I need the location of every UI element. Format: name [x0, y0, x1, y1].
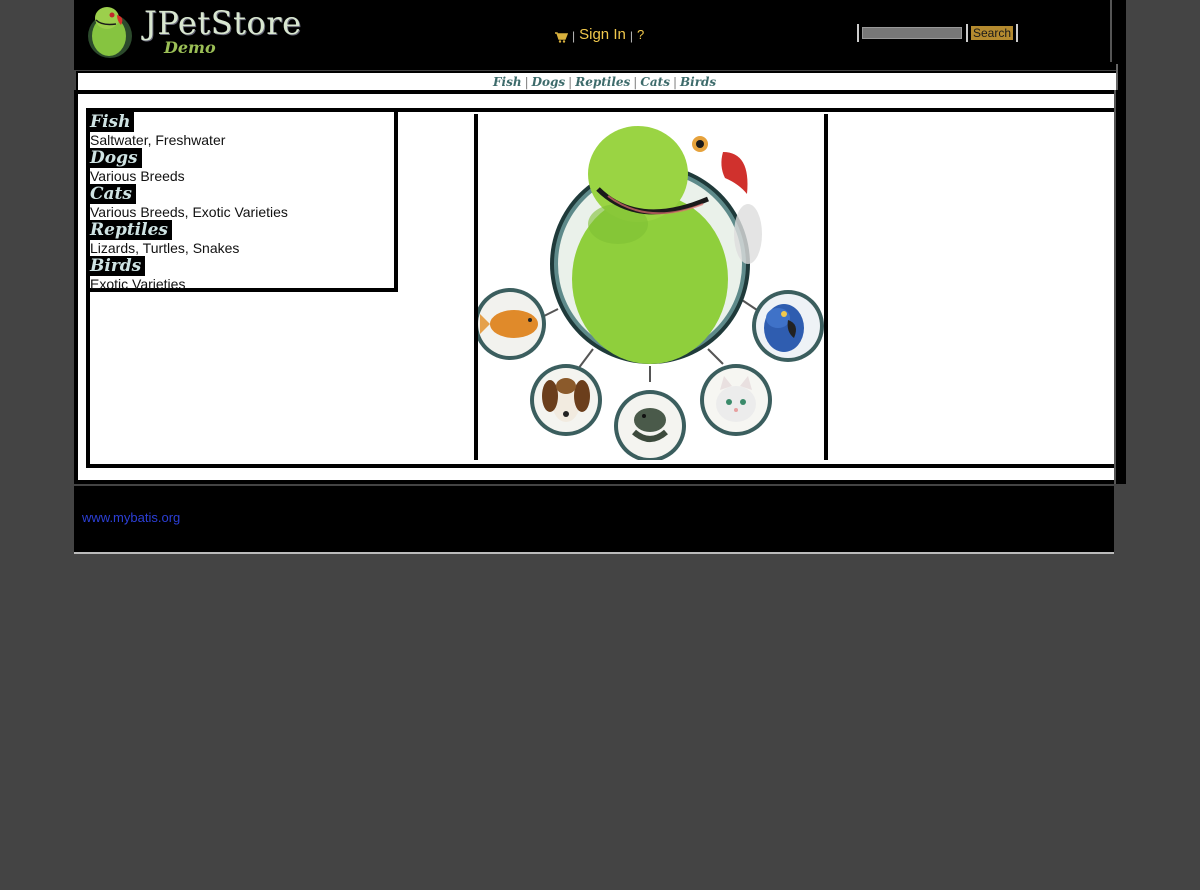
category-description: Saltwater, Freshwater — [90, 132, 226, 148]
page-wrapper: JPetStore Demo | Sign In | ? Search Fish — [72, 0, 1128, 890]
footer: www.mybatis.org — [74, 486, 1114, 554]
menu-separator: | — [572, 29, 576, 43]
sign-in-link[interactable]: Sign In — [579, 26, 626, 43]
category-description: Various Breeds, Exotic Varieties — [90, 204, 288, 220]
search-form: Search — [857, 23, 1019, 43]
quick-link-reptiles[interactable]: Reptiles — [575, 75, 630, 89]
logo[interactable]: JPetStore Demo — [82, 2, 301, 60]
pets-image-cell — [478, 114, 828, 460]
category-description: Exotic Varieties — [90, 276, 186, 292]
content-area: Fish Saltwater, Freshwater Dogs Various … — [78, 94, 1120, 480]
main-content: Fish Saltwater, Freshwater Dogs Various … — [74, 90, 1126, 484]
content-edge — [1114, 90, 1124, 484]
cat-image[interactable] — [700, 364, 772, 436]
category-description: Various Breeds — [90, 168, 185, 184]
cart-icon[interactable] — [554, 31, 568, 43]
sidebar-item-reptiles: Reptiles Lizards, Turtles, Snakes — [90, 220, 394, 256]
goldfish-image[interactable] — [478, 288, 546, 360]
main-table: Fish Saltwater, Freshwater Dogs Various … — [86, 108, 1120, 468]
category-link-dogs[interactable]: Dogs — [90, 148, 142, 168]
logo-subtitle: Demo — [164, 38, 216, 57]
macaw-image[interactable] — [752, 290, 824, 362]
search-input[interactable] — [862, 27, 962, 39]
quick-link-separator: | — [524, 74, 529, 89]
category-link-reptiles[interactable]: Reptiles — [90, 220, 172, 240]
header-edge — [1110, 0, 1126, 62]
help-link[interactable]: ? — [637, 27, 644, 42]
sidebar-item-fish: Fish Saltwater, Freshwater — [90, 112, 394, 148]
pets-illustration — [478, 126, 824, 460]
search-divider — [857, 24, 859, 42]
category-link-birds[interactable]: Birds — [90, 256, 146, 276]
beagle-image[interactable] — [530, 364, 602, 436]
quick-link-dogs[interactable]: Dogs — [532, 75, 566, 89]
category-link-cats[interactable]: Cats — [90, 184, 136, 204]
quick-link-separator: | — [633, 74, 638, 89]
search-divider — [966, 24, 968, 42]
quick-link-separator: | — [672, 74, 677, 89]
menu-separator: | — [629, 29, 633, 43]
quick-link-separator: | — [568, 74, 573, 89]
header-menu: | Sign In | ? — [554, 24, 644, 44]
mybatis-link[interactable]: www.mybatis.org — [82, 510, 180, 525]
search-button[interactable]: Search — [971, 26, 1014, 40]
quick-link-birds[interactable]: Birds — [680, 75, 716, 89]
sidebar-cell: Fish Saltwater, Freshwater Dogs Various … — [90, 112, 478, 460]
parrot-logo-icon — [88, 7, 132, 58]
quick-link-cats[interactable]: Cats — [640, 75, 670, 89]
quick-links-bar: Fish | Dogs | Reptiles | Cats | Birds — [76, 71, 1118, 92]
search-divider — [1016, 24, 1019, 42]
category-description: Lizards, Turtles, Snakes — [90, 240, 240, 256]
logo-title: JPetStore — [144, 4, 302, 42]
parrot-image[interactable] — [550, 126, 762, 364]
quick-link-fish[interactable]: Fish — [493, 75, 522, 89]
quick-links-edge — [1116, 64, 1126, 90]
category-link-fish[interactable]: Fish — [90, 112, 135, 132]
sidebar-item-dogs: Dogs Various Breeds — [90, 148, 394, 184]
sidebar-item-cats: Cats Various Breeds, Exotic Varieties — [90, 184, 394, 220]
sidebar: Fish Saltwater, Freshwater Dogs Various … — [90, 112, 398, 292]
lizard-image[interactable] — [614, 390, 686, 460]
sidebar-item-birds: Birds Exotic Varieties — [90, 256, 394, 292]
header: JPetStore Demo | Sign In | ? Search — [74, 0, 1126, 70]
